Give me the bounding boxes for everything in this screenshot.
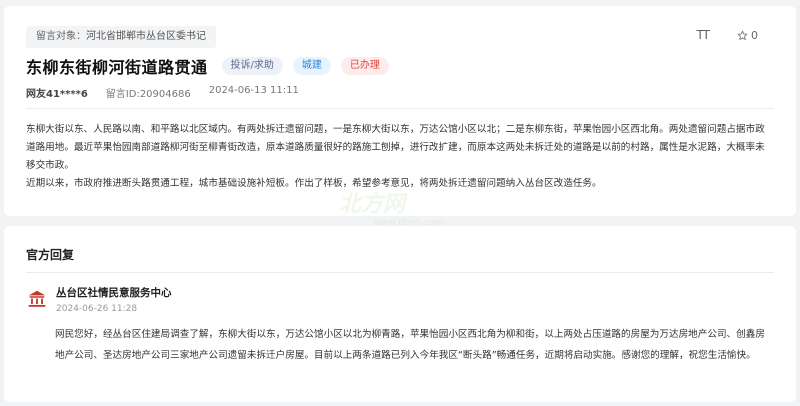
reply-heading: 官方回复 — [26, 248, 75, 262]
target-label: 留言对象： — [36, 31, 86, 42]
message-id: 留言ID:20904686 — [105, 89, 191, 100]
title-row: 东柳东街柳河街道路贯通 投诉/求助 城建 已办理 — [26, 54, 389, 78]
reply-text: 网民您好，经丛台区住建局调查了解，东柳大街以东，万达公馆小区以北为柳青路，苹果怡… — [55, 329, 765, 361]
reply-time: 2024-06-26 11:28 — [56, 304, 138, 314]
complaint-content: 东柳大街以东、人民路以南、和平路以北区域内。有两处拆迁遗留问题，一是东柳大街以东… — [26, 121, 774, 193]
page-title: 东柳东街柳河街道路贯通 — [26, 58, 208, 77]
content-paragraph: 近期以来，市政府推进断头路贯通工程，城市基础设施补短板。作出了样板，希望参考意见… — [26, 178, 602, 189]
star-count: 0 — [751, 28, 758, 42]
divider — [26, 108, 774, 109]
star-icon — [737, 30, 748, 40]
divider — [26, 272, 774, 273]
government-building-icon — [28, 290, 46, 307]
content-paragraph: 东柳大街以东、人民路以南、和平路以北区域内。有两处拆迁遗留问题，一是东柳大街以东… — [26, 124, 765, 171]
category-badge: 城建 — [292, 57, 331, 75]
reply-org: 丛台区社情民意服务中心 2024-06-26 11:28 — [26, 286, 172, 314]
org-name: 丛台区社情民意服务中心 — [56, 287, 172, 299]
target-value: 河北省邯郸市丛台区委书记 — [86, 31, 206, 42]
font-size-icon[interactable]: TT — [697, 28, 710, 42]
status-badge: 已办理 — [340, 57, 389, 75]
favorite-button[interactable]: 0 — [737, 29, 758, 42]
complaint-card: 留言对象：河北省邯郸市丛台区委书记 TT 0 东柳东街柳河街道路贯通 投诉/求助… — [4, 6, 796, 228]
post-date: 2024-06-13 11:11 — [208, 85, 299, 96]
meta-row: 网友41****6 留言ID:20904686 2024-06-13 11:11 — [26, 85, 299, 100]
target-tag: 留言对象：河北省邯郸市丛台区委书记 — [26, 26, 216, 48]
user-name: 网友41****6 — [26, 89, 88, 100]
org-info: 丛台区社情民意服务中心 2024-06-26 11:28 — [56, 286, 172, 314]
type-badge: 投诉/求助 — [221, 57, 283, 75]
toolbar: TT 0 — [697, 28, 758, 42]
reply-card: 官方回复 丛台区社情民意服务中心 2024-06-26 11:28 网民您好，经… — [4, 226, 796, 402]
